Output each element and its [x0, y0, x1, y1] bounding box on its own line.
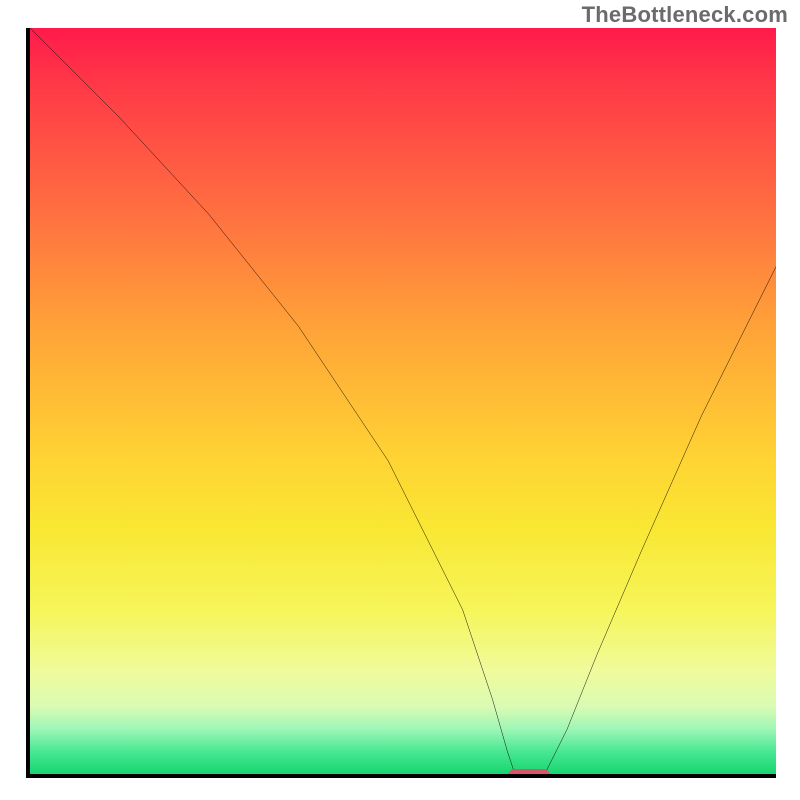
bottleneck-curve — [30, 28, 776, 774]
chart-frame: TheBottleneck.com — [0, 0, 800, 800]
curve-path — [30, 28, 776, 774]
optimal-marker — [508, 769, 550, 778]
watermark-text: TheBottleneck.com — [582, 2, 788, 28]
plot-area — [26, 28, 776, 778]
